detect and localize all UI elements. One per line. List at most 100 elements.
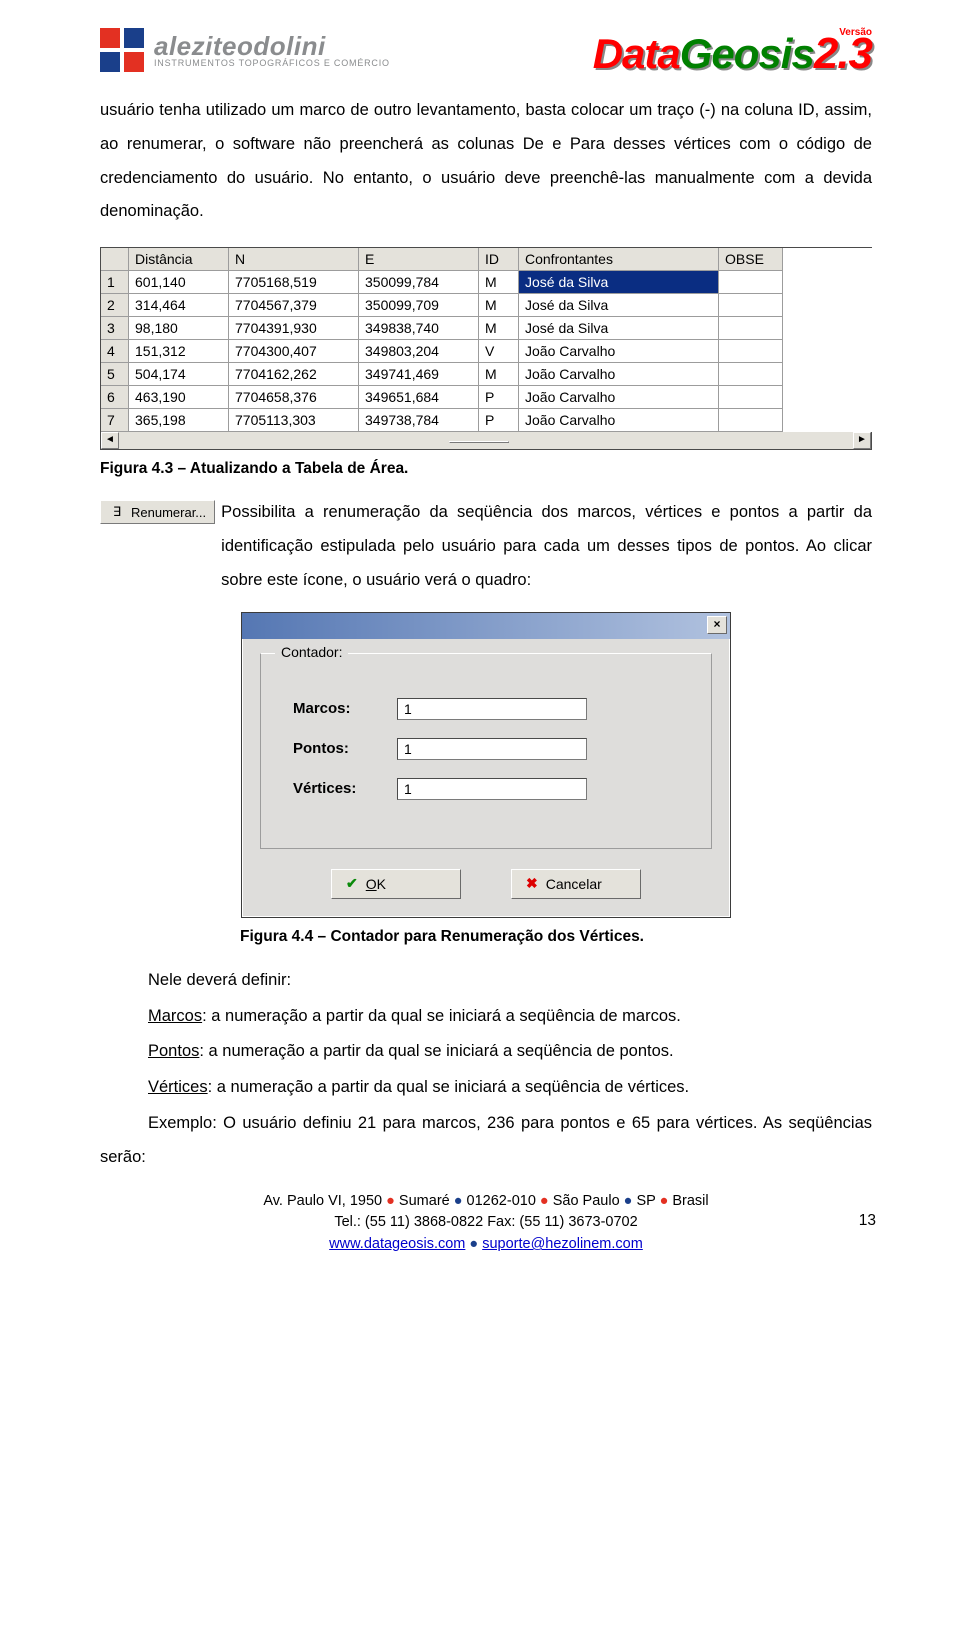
contador-dialog: × Contador: Marcos: Pontos: Vértices: ✔ OK… <box>241 612 731 918</box>
renumerar-label: Renumerar... <box>131 505 206 520</box>
para-define: Nele deverá definir: <box>100 964 872 998</box>
col-header[interactable]: OBSE <box>719 248 783 271</box>
para-exemplo: Exemplo: O usuário definiu 21 para marco… <box>100 1107 872 1175</box>
table-cell[interactable] <box>719 386 783 409</box>
ok-button[interactable]: ✔ OK <box>331 869 461 899</box>
area-table: DistânciaNEIDConfrontantesOBSE1601,14077… <box>100 247 872 450</box>
col-header[interactable]: Distância <box>129 248 229 271</box>
table-cell[interactable]: 7704162,262 <box>229 363 359 386</box>
row-header[interactable]: 7 <box>101 409 129 432</box>
table-cell[interactable]: 350099,784 <box>359 271 479 294</box>
dialog-field-row: Vértices: <box>293 778 691 800</box>
def-pontos: Pontos: a numeração a partir da qual se … <box>100 1035 872 1069</box>
scroll-right-icon[interactable]: ► <box>853 432 871 449</box>
field-input[interactable] <box>397 698 587 720</box>
brand-left: aleziteodolini INSTRUMENTOS TOPOGRÁFICOS… <box>100 28 390 72</box>
field-input[interactable] <box>397 738 587 760</box>
table-cell[interactable] <box>719 317 783 340</box>
table-cell[interactable]: 349738,784 <box>359 409 479 432</box>
table-cell[interactable]: José da Silva <box>519 271 719 294</box>
table-cell[interactable]: 7704300,407 <box>229 340 359 363</box>
field-input[interactable] <box>397 778 587 800</box>
def-vertices: Vértices: a numeração a partir da qual s… <box>100 1071 872 1105</box>
brand-left-sub: INSTRUMENTOS TOPOGRÁFICOS E COMÉRCIO <box>154 59 390 68</box>
table-cell[interactable]: 349803,204 <box>359 340 479 363</box>
table-cell[interactable] <box>719 271 783 294</box>
field-label: Pontos: <box>293 740 397 757</box>
brand-left-name: aleziteodolini <box>154 33 390 59</box>
table-cell[interactable]: 350099,709 <box>359 294 479 317</box>
table-cell[interactable]: M <box>479 363 519 386</box>
table-cell[interactable]: João Carvalho <box>519 363 719 386</box>
row-header[interactable]: 2 <box>101 294 129 317</box>
field-label: Marcos: <box>293 700 397 717</box>
table-cell[interactable]: 349838,740 <box>359 317 479 340</box>
table-cell[interactable]: P <box>479 386 519 409</box>
table-cell[interactable]: 504,174 <box>129 363 229 386</box>
footer-link-mail[interactable]: suporte@hezolinem.com <box>482 1236 643 1252</box>
renumerar-button[interactable]: ∃ Renumerar... <box>100 500 215 524</box>
brand-left-icon <box>100 28 144 72</box>
table-cell[interactable]: José da Silva <box>519 317 719 340</box>
table-cell[interactable]: 463,190 <box>129 386 229 409</box>
table-cell[interactable]: João Carvalho <box>519 386 719 409</box>
brand-right: Versão DataGeosis2.3 <box>593 28 872 76</box>
table-cell[interactable]: M <box>479 271 519 294</box>
table-cell[interactable]: 151,312 <box>129 340 229 363</box>
h-scrollbar[interactable]: ◄ ► <box>100 432 872 450</box>
table-cell[interactable]: José da Silva <box>519 294 719 317</box>
col-header[interactable]: ID <box>479 248 519 271</box>
scroll-thumb[interactable] <box>449 441 509 443</box>
col-header[interactable]: N <box>229 248 359 271</box>
dialog-field-row: Marcos: <box>293 698 691 720</box>
table-cell[interactable]: 7704567,379 <box>229 294 359 317</box>
row-header[interactable]: 5 <box>101 363 129 386</box>
table-cell[interactable]: João Carvalho <box>519 409 719 432</box>
table-cell[interactable]: P <box>479 409 519 432</box>
table-cell[interactable] <box>719 409 783 432</box>
table-cell[interactable] <box>719 340 783 363</box>
page-header: aleziteodolini INSTRUMENTOS TOPOGRÁFICOS… <box>100 28 872 76</box>
table-cell[interactable]: 349651,684 <box>359 386 479 409</box>
list-icon: ∃ <box>109 504 125 520</box>
def-marcos: Marcos: a numeração a partir da qual se … <box>100 1000 872 1034</box>
cancel-button[interactable]: ✖ Cancelar <box>511 869 641 899</box>
table-cell[interactable]: 7704391,930 <box>229 317 359 340</box>
para-renum: Possibilita a renumeração da seqüência d… <box>221 496 872 597</box>
scroll-left-icon[interactable]: ◄ <box>101 432 119 449</box>
table-cell[interactable]: 7705168,519 <box>229 271 359 294</box>
row-header[interactable]: 4 <box>101 340 129 363</box>
page-number: 13 <box>859 1209 876 1232</box>
page-footer: Av. Paulo VI, 1950 ● Sumaré ● 01262-010 … <box>100 1191 872 1256</box>
table-cell[interactable]: 601,140 <box>129 271 229 294</box>
col-header[interactable]: E <box>359 248 479 271</box>
footer-tel: Tel.: (55 11) 3868-0822 Fax: (55 11) 367… <box>100 1212 872 1234</box>
table-cell[interactable]: 314,464 <box>129 294 229 317</box>
check-icon: ✔ <box>346 875 358 892</box>
close-icon[interactable]: × <box>707 616 727 634</box>
contador-group: Contador: Marcos:Pontos:Vértices: <box>260 653 712 849</box>
table-cell[interactable]: João Carvalho <box>519 340 719 363</box>
table-cell[interactable]: 98,180 <box>129 317 229 340</box>
cancel-icon: ✖ <box>526 875 538 892</box>
footer-link-site[interactable]: www.datageosis.com <box>329 1236 465 1252</box>
table-cell[interactable] <box>719 294 783 317</box>
table-cell[interactable]: 7704658,376 <box>229 386 359 409</box>
para-intro: usuário tenha utilizado um marco de outr… <box>100 94 872 229</box>
col-header[interactable]: Confrontantes <box>519 248 719 271</box>
table-cell[interactable]: 365,198 <box>129 409 229 432</box>
table-cell[interactable]: M <box>479 317 519 340</box>
table-cell[interactable]: 349741,469 <box>359 363 479 386</box>
row-header[interactable]: 6 <box>101 386 129 409</box>
dialog-field-row: Pontos: <box>293 738 691 760</box>
contador-legend: Contador: <box>275 644 348 660</box>
table-cell[interactable] <box>719 363 783 386</box>
caption-4-4: Figura 4.4 – Contador para Renumeração d… <box>240 928 872 946</box>
table-cell[interactable]: M <box>479 294 519 317</box>
row-header[interactable]: 3 <box>101 317 129 340</box>
table-cell[interactable]: 7705113,303 <box>229 409 359 432</box>
table-cell[interactable]: V <box>479 340 519 363</box>
col-header[interactable] <box>101 248 129 271</box>
row-header[interactable]: 1 <box>101 271 129 294</box>
caption-4-3: Figura 4.3 – Atualizando a Tabela de Áre… <box>100 460 872 478</box>
